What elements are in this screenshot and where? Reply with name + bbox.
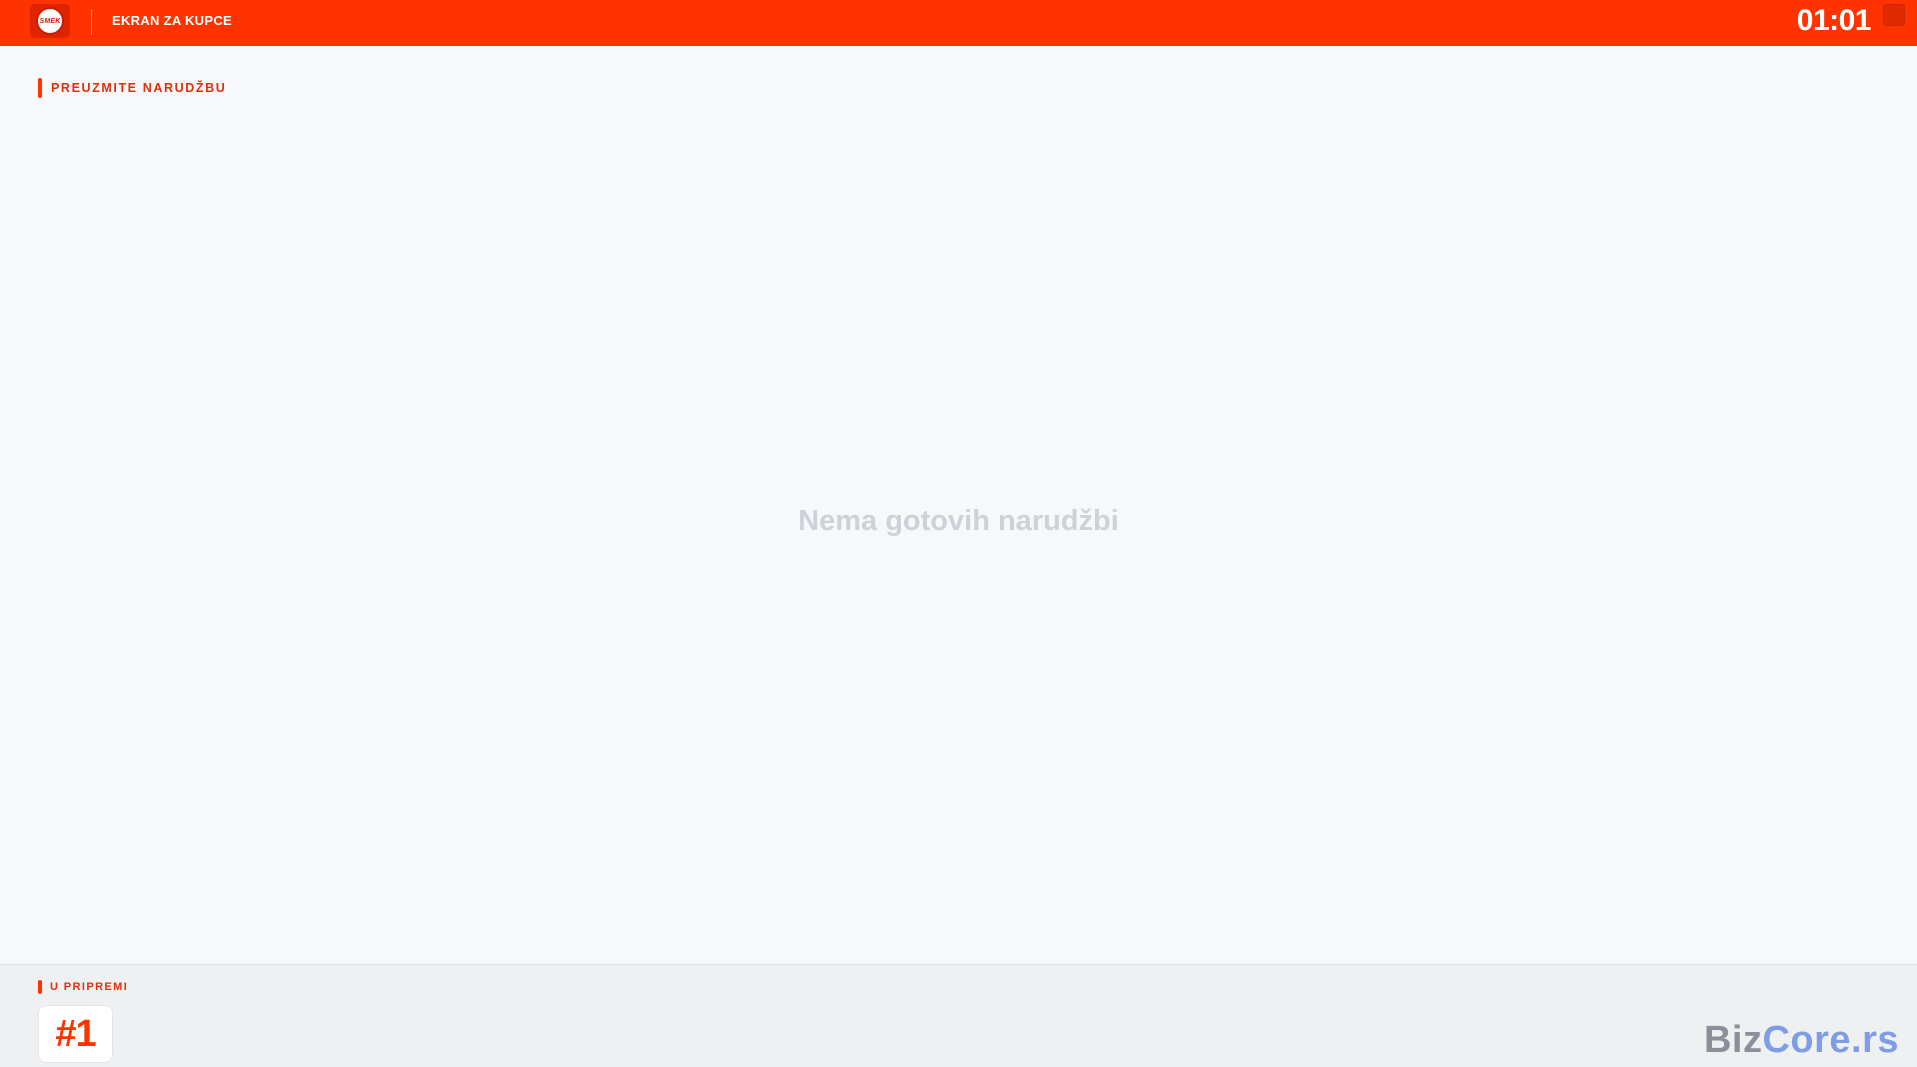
bizcore-brand-logo: BizCore.rs — [1704, 1021, 1899, 1059]
top-bar: SMEK EKRAN ZA KUPCE 01:01 — [0, 0, 1917, 46]
logo-badge-icon: SMEK — [36, 7, 64, 35]
preparing-orders-strip: U PRIPREMI #1 BizCore.rs — [0, 964, 1917, 1067]
empty-ready-orders-message: Nema gotovih narudžbi — [798, 505, 1119, 537]
ready-orders-heading: PREUZMITE NARUDŽBU — [38, 78, 226, 98]
logo-text: SMEK — [39, 17, 61, 25]
heading-accent-bar — [38, 78, 42, 98]
preparing-orders-heading: U PRIPREMI — [38, 980, 128, 994]
ready-orders-label: PREUZMITE NARUDŽBU — [51, 81, 227, 95]
brand-part-biz: Biz — [1703, 1019, 1763, 1061]
header-divider — [91, 9, 92, 35]
screen-title: EKRAN ZA KUPCE — [112, 13, 233, 28]
brand-part-core: Core.rs — [1762, 1019, 1899, 1061]
heading-accent-bar — [38, 980, 42, 994]
clock: 01:01 — [1796, 4, 1872, 37]
fullscreen-button[interactable] — [1883, 4, 1905, 26]
preparing-orders-label: U PRIPREMI — [50, 981, 129, 993]
preparing-order-card: #1 — [38, 1005, 113, 1063]
restaurant-logo: SMEK — [30, 4, 70, 38]
order-number: #1 — [55, 1012, 96, 1055]
customer-display-screen: SMEK EKRAN ZA KUPCE 01:01 PREUZMITE NARU… — [0, 0, 1917, 1067]
